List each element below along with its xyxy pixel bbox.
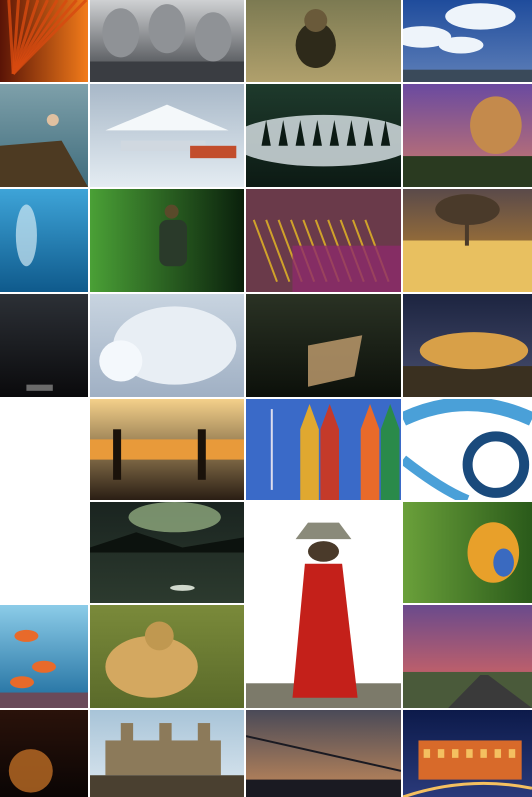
photo-tile-lake-canoe[interactable] <box>90 502 244 603</box>
photo-tile-colosseum-night[interactable] <box>403 710 532 797</box>
photo-tile-underwater-diver[interactable] <box>0 189 88 292</box>
photo-tile-antarctic-plane[interactable] <box>90 84 244 187</box>
desert-road-tile-image <box>403 605 532 708</box>
cheetahs-grass-tile-image <box>90 605 244 708</box>
photo-tile-savanna-tree[interactable] <box>403 189 532 292</box>
underwater-diver-tile-image <box>0 189 88 292</box>
dark-room-tile-image <box>0 294 88 397</box>
photo-tile-fishermen-sunset[interactable] <box>90 399 244 500</box>
jungle-trekker-tile-image <box>90 189 244 292</box>
beach-huts-tile-image <box>246 399 401 500</box>
photo-tile-red-palm-leaf[interactable] <box>0 0 88 82</box>
photo-tile-blue-sky-clouds[interactable] <box>403 0 532 82</box>
photo-tile-cheetah-cub[interactable] <box>246 0 401 82</box>
parrot-tile-image <box>403 502 532 603</box>
photo-tile-misty-forest[interactable] <box>246 84 401 187</box>
photo-tile-cheetah-rock[interactable] <box>403 294 532 397</box>
antarctic-plane-tile-image <box>90 84 244 187</box>
red-palm-leaf-tile-image <box>0 0 88 82</box>
photo-tile-polar-bear[interactable] <box>90 294 244 397</box>
film-reel-tile-image <box>403 399 532 500</box>
photo-tile-parrot[interactable] <box>403 502 532 603</box>
photo-tile-lion-sunset[interactable] <box>403 84 532 187</box>
mud-mosque-tile-image <box>90 710 244 797</box>
cheetah-cub-tile-image <box>246 0 401 82</box>
coral-reef-tile-image <box>0 605 88 708</box>
candle-dark-tile-image <box>0 710 88 797</box>
photo-tile-cheetahs-grass[interactable] <box>90 605 244 708</box>
photo-tile-film-reel[interactable] <box>403 399 532 500</box>
lake-canoe-tile-image <box>90 502 244 603</box>
photo-tile-dark-room[interactable] <box>0 294 88 397</box>
high-wire-tile-image <box>246 710 401 797</box>
photo-tile-desert-road[interactable] <box>403 605 532 708</box>
fishermen-sunset-tile-image <box>90 399 244 500</box>
photo-tile-beach-huts[interactable] <box>246 399 401 500</box>
photo-tile-red-robe[interactable] <box>246 502 401 708</box>
shipwreck-tile-image <box>246 294 401 397</box>
photo-gallery-grid <box>0 0 532 797</box>
photo-tile-cliff-diver[interactable] <box>0 84 88 187</box>
cliff-diver-tile-image <box>0 84 88 187</box>
textile-loom-tile-image <box>246 189 401 292</box>
savanna-tree-tile-image <box>403 189 532 292</box>
photo-tile-high-wire[interactable] <box>246 710 401 797</box>
lion-sunset-tile-image <box>403 84 532 187</box>
red-robe-tile-image <box>246 502 401 708</box>
photo-tile-jungle-trekker[interactable] <box>90 189 244 292</box>
photo-tile-coral-reef[interactable] <box>0 605 88 708</box>
photo-tile-textile-loom[interactable] <box>246 189 401 292</box>
photo-tile-shipwreck[interactable] <box>246 294 401 397</box>
polar-bear-tile-image <box>90 294 244 397</box>
cheetah-rock-tile-image <box>403 294 532 397</box>
photo-tile-mud-mosque[interactable] <box>90 710 244 797</box>
colosseum-night-tile-image <box>403 710 532 797</box>
misty-forest-tile-image <box>246 84 401 187</box>
blue-sky-clouds-tile-image <box>403 0 532 82</box>
photo-tile-stone-carvers[interactable] <box>90 0 244 82</box>
stone-carvers-tile-image <box>90 0 244 82</box>
photo-tile-candle-dark[interactable] <box>0 710 88 797</box>
